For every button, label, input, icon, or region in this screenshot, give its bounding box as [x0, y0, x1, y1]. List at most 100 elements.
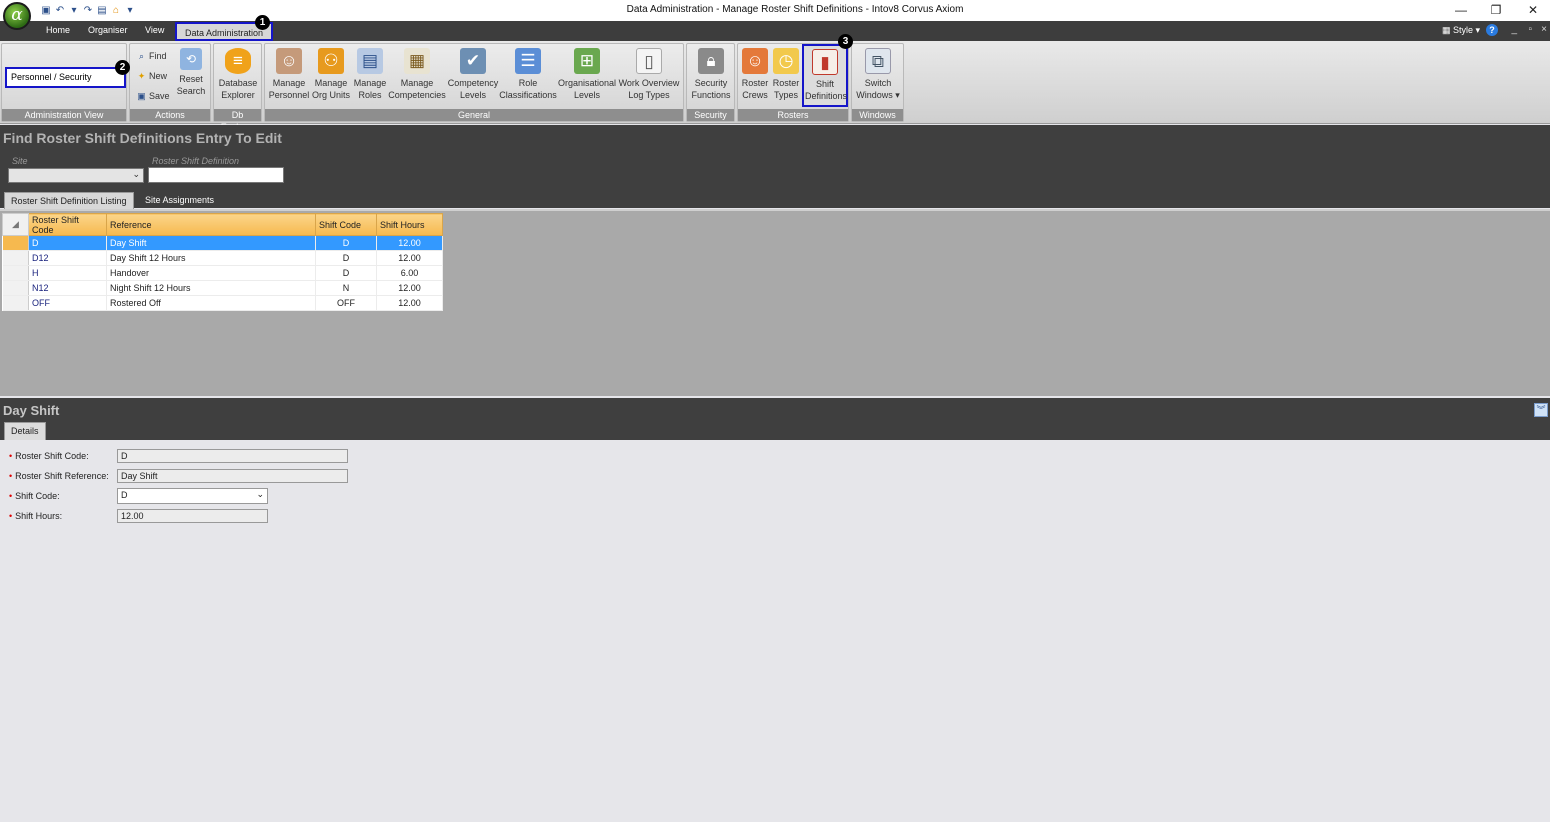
shift-definitions-label-1: Shift	[815, 79, 834, 89]
select-all-corner[interactable]: ◢	[2, 213, 29, 236]
competency-levels-button[interactable]: ✔ Competency Levels	[447, 48, 499, 101]
restore-icon[interactable]: ❐	[1485, 2, 1507, 18]
menu-view[interactable]: View	[145, 25, 164, 35]
required-icon: •	[9, 511, 13, 521]
shift-definitions-button[interactable]: ▮ Shift Definitions	[802, 44, 848, 107]
database-explorer-label-2: Explorer	[221, 90, 255, 100]
cell-reference[interactable]: Night Shift 12 Hours	[106, 280, 316, 296]
cell-roster-shift-code[interactable]: OFF	[28, 295, 107, 311]
cell-shift-hours[interactable]: 6.00	[376, 265, 443, 281]
roster-shift-definition-input[interactable]	[148, 167, 284, 183]
administration-view-select[interactable]: Personnel / Security	[5, 67, 126, 88]
row-indicator[interactable]	[2, 295, 29, 311]
save-button[interactable]: ▣ Save	[136, 91, 169, 102]
personnel-icon: ☺	[276, 48, 302, 74]
field-label-roster-shift-reference: • Roster Shift Reference:	[9, 471, 109, 481]
organisational-levels-label-2: Levels	[573, 90, 600, 100]
cell-shift-code[interactable]: D	[315, 265, 377, 281]
field-label-text: Roster Shift Reference:	[15, 471, 109, 481]
database-explorer-button[interactable]: ≡ Database Explorer	[216, 48, 260, 101]
shift-hours-field[interactable]: 12.00	[117, 509, 268, 523]
table-row[interactable]: N12 Night Shift 12 Hours N 12.00	[2, 280, 443, 296]
roster-crews-label-1: Roster	[741, 78, 769, 88]
column-header-shift-code[interactable]: Shift Code	[315, 213, 377, 236]
cell-shift-code[interactable]: N	[315, 280, 377, 296]
mdi-close-icon[interactable]: ×	[1541, 24, 1547, 35]
tab-roster-shift-definition-listing[interactable]: Roster Shift Definition Listing	[4, 192, 134, 209]
tab-details[interactable]: Details	[4, 422, 46, 440]
table-row[interactable]: D Day Shift D 12.00	[2, 235, 443, 251]
cell-shift-code[interactable]: D	[315, 235, 377, 251]
organisational-levels-button[interactable]: ⊞ Organisational Levels	[557, 48, 617, 101]
database-explorer-label-1: Database	[218, 78, 258, 88]
new-icon: ✦	[137, 71, 146, 81]
field-label-text: Shift Code:	[15, 491, 60, 501]
table-row[interactable]: OFF Rostered Off OFF 12.00	[2, 295, 443, 311]
table-row[interactable]: D12 Day Shift 12 Hours D 12.00	[2, 250, 443, 266]
collapse-icon[interactable]: ︾	[1534, 403, 1548, 417]
cell-reference[interactable]: Day Shift 12 Hours	[106, 250, 316, 266]
close-icon[interactable]: ✕	[1522, 2, 1544, 18]
mdi-restore-icon[interactable]: ▫	[1528, 24, 1532, 35]
cell-shift-code[interactable]: D	[315, 250, 377, 266]
roster-types-label-2: Types	[773, 90, 798, 100]
style-button[interactable]: ▦ Style ▾	[1442, 25, 1480, 36]
mdi-minimize-icon[interactable]: _	[1511, 24, 1517, 35]
find-button[interactable]: ⌕ Find	[136, 51, 167, 62]
work-overview-label-2: Log Types	[628, 90, 670, 100]
roster-crews-button[interactable]: ☺ Roster Crews	[740, 48, 770, 101]
column-header-roster-shift-code[interactable]: Roster Shift Code	[28, 213, 107, 236]
cell-reference[interactable]: Handover	[106, 265, 316, 281]
cell-roster-shift-code[interactable]: N12	[28, 280, 107, 296]
row-indicator[interactable]	[2, 265, 29, 281]
menu-organiser[interactable]: Organiser	[88, 25, 128, 35]
reset-search-button[interactable]: ⟲ Reset Search	[176, 48, 206, 97]
manage-competencies-button[interactable]: ▦ Manage Competencies	[387, 48, 447, 101]
manage-roles-button[interactable]: ▤ Manage Roles	[352, 48, 388, 101]
column-header-shift-hours[interactable]: Shift Hours	[376, 213, 443, 236]
column-header-reference[interactable]: Reference	[106, 213, 316, 236]
minimize-icon[interactable]: —	[1450, 2, 1472, 18]
manage-personnel-button[interactable]: ☺ Manage Personnel	[267, 48, 311, 101]
find-panel-title: Find Roster Shift Definitions Entry To E…	[3, 130, 282, 146]
shift-definitions-label-2: Definitions	[805, 91, 848, 101]
roles-icon: ▤	[357, 48, 383, 74]
cell-roster-shift-code[interactable]: D	[28, 235, 107, 251]
site-select[interactable]: ⌄	[8, 168, 144, 183]
roster-shift-definition-label: Roster Shift Definition	[152, 156, 240, 166]
app-logo[interactable]: α	[3, 2, 31, 30]
help-icon[interactable]: ?	[1486, 24, 1498, 36]
cell-shift-hours[interactable]: 12.00	[376, 250, 443, 266]
menu-home[interactable]: Home	[46, 25, 70, 35]
roster-shift-reference-field[interactable]: Day Shift	[117, 469, 348, 483]
row-indicator[interactable]	[2, 280, 29, 296]
tab-site-assignments[interactable]: Site Assignments	[139, 192, 220, 209]
cell-shift-hours[interactable]: 12.00	[376, 235, 443, 251]
switch-windows-button[interactable]: ⧉ Switch Windows ▾	[854, 48, 902, 101]
roster-shift-code-field[interactable]: D	[117, 449, 348, 463]
field-label-shift-code: • Shift Code:	[9, 491, 60, 501]
title-bar: α ▣ ↶ ▾ ↷ ▤ ⌂ ▾ Data Administration - Ma…	[0, 0, 1550, 30]
role-classifications-button[interactable]: ☰ Role Classifications	[499, 48, 557, 101]
role-classifications-label-2: Classifications	[499, 90, 557, 100]
cell-shift-code[interactable]: OFF	[315, 295, 377, 311]
roster-types-button[interactable]: ◷ Roster Types	[771, 48, 801, 101]
work-overview-label-1: Work Overview	[618, 78, 680, 88]
cell-shift-hours[interactable]: 12.00	[376, 280, 443, 296]
window-title: Data Administration - Manage Roster Shif…	[626, 4, 964, 15]
table-row[interactable]: H Handover D 6.00	[2, 265, 443, 281]
work-overview-log-types-button[interactable]: ▯ Work Overview Log Types	[617, 48, 681, 101]
cell-roster-shift-code[interactable]: H	[28, 265, 107, 281]
cell-reference[interactable]: Rostered Off	[106, 295, 316, 311]
security-functions-button[interactable]: 🔒︎ Security Functions	[689, 48, 733, 101]
cell-shift-hours[interactable]: 12.00	[376, 295, 443, 311]
manage-org-units-button[interactable]: ⚇ Manage Org Units	[311, 48, 351, 101]
new-button[interactable]: ✦ New	[136, 71, 167, 82]
new-label: New	[149, 71, 168, 81]
row-indicator[interactable]	[2, 250, 29, 266]
cell-reference[interactable]: Day Shift	[106, 235, 316, 251]
shift-code-select[interactable]: D ⌄	[117, 488, 268, 504]
row-indicator[interactable]	[2, 235, 29, 251]
cell-roster-shift-code[interactable]: D12	[28, 250, 107, 266]
chevron-down-icon: ⌄	[132, 169, 140, 179]
